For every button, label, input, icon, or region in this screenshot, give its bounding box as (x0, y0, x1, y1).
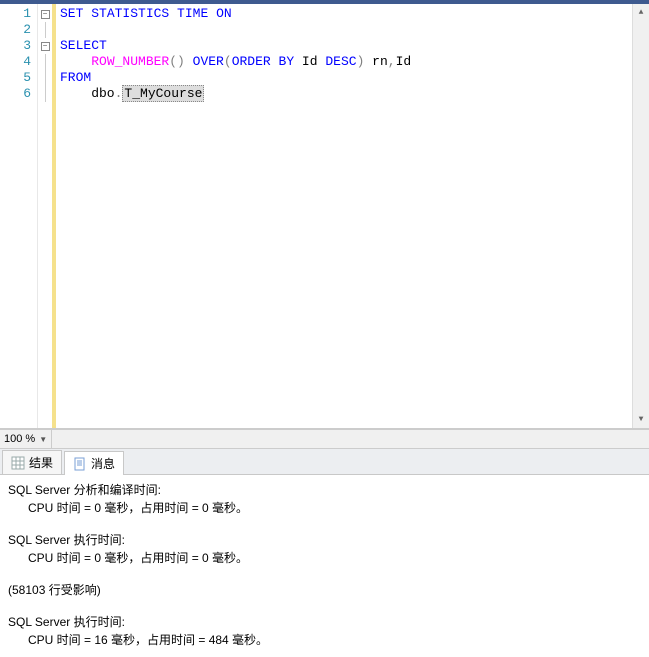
results-tab-bar: 结果 消息 (0, 449, 649, 475)
fold-cell (38, 22, 52, 38)
zoom-level-select[interactable]: 100 % ▼ (0, 430, 52, 448)
tab-messages[interactable]: 消息 (64, 451, 124, 475)
zoom-bar: 100 % ▼ (0, 429, 649, 449)
code-line[interactable] (60, 22, 645, 38)
token: ON (216, 6, 232, 21)
code-line[interactable]: SELECT (60, 38, 645, 54)
code-line[interactable]: FROM (60, 70, 645, 86)
msg-line: (58103 行受影响) (8, 581, 641, 599)
token (169, 6, 177, 21)
blank-line (8, 599, 641, 613)
code-fold-column[interactable]: −− (38, 4, 52, 428)
line-number: 4 (0, 54, 35, 70)
token: ( (224, 54, 232, 69)
tab-results-label: 结果 (29, 454, 53, 471)
token (208, 6, 216, 21)
document-icon (73, 457, 87, 471)
code-line[interactable]: dbo.T_MyCourse (60, 86, 645, 102)
line-number: 3 (0, 38, 35, 54)
fold-cell (38, 54, 52, 70)
scroll-down-icon[interactable]: ▼ (633, 411, 649, 428)
token: STATISTICS (91, 6, 169, 21)
scroll-track[interactable] (633, 21, 649, 411)
msg-line: SQL Server 分析和编译时间: (8, 481, 641, 499)
token: rn (364, 54, 387, 69)
token: Id (396, 54, 412, 69)
token: , (388, 54, 396, 69)
sql-editor[interactable]: 123456 −− SET STATISTICS TIME ONSELECT R… (0, 4, 649, 429)
line-number: 6 (0, 86, 35, 102)
fold-cell[interactable]: − (38, 6, 52, 22)
code-line[interactable]: ROW_NUMBER() OVER(ORDER BY Id DESC) rn,I… (60, 54, 645, 70)
grid-icon (11, 456, 25, 470)
tab-results[interactable]: 结果 (2, 450, 62, 474)
fold-minus-icon[interactable]: − (41, 10, 50, 19)
editor-scrollbar[interactable]: ▲ ▼ (632, 4, 649, 428)
token: OVER (193, 54, 224, 69)
token: SELECT (60, 38, 107, 53)
token: T_MyCourse (122, 85, 204, 102)
token (185, 54, 193, 69)
token: ROW_NUMBER (91, 54, 169, 69)
token: TIME (177, 6, 208, 21)
tab-messages-label: 消息 (91, 455, 115, 472)
fold-cell[interactable]: − (38, 38, 52, 54)
blank-line (8, 517, 641, 531)
token: dbo (60, 86, 115, 101)
msg-line: CPU 时间 = 0 毫秒，占用时间 = 0 毫秒。 (8, 499, 641, 517)
line-number: 5 (0, 70, 35, 86)
messages-output[interactable]: SQL Server 分析和编译时间: CPU 时间 = 0 毫秒，占用时间 =… (0, 475, 649, 657)
fold-cell (38, 70, 52, 86)
scroll-up-icon[interactable]: ▲ (633, 4, 649, 21)
token: SET (60, 6, 83, 21)
fold-guide (45, 54, 46, 70)
blank-line (8, 567, 641, 581)
line-number: 1 (0, 6, 35, 22)
token: BY (279, 54, 295, 69)
line-number-gutter: 123456 (0, 4, 38, 428)
msg-line: SQL Server 执行时间: (8, 613, 641, 631)
fold-guide (45, 86, 46, 102)
zoom-level-text: 100 % (4, 433, 35, 445)
msg-line: CPU 时间 = 16 毫秒，占用时间 = 484 毫秒。 (8, 631, 641, 649)
fold-guide (45, 70, 46, 86)
token: Id (294, 54, 325, 69)
fold-guide (45, 22, 46, 38)
msg-line: SQL Server 执行时间: (8, 531, 641, 549)
code-line[interactable]: SET STATISTICS TIME ON (60, 6, 645, 22)
token: ORDER (232, 54, 271, 69)
token: DESC (325, 54, 356, 69)
token (271, 54, 279, 69)
token: () (169, 54, 185, 69)
token (60, 54, 91, 69)
msg-line: CPU 时间 = 0 毫秒，占用时间 = 0 毫秒。 (8, 549, 641, 567)
chevron-down-icon: ▼ (39, 435, 47, 444)
token: FROM (60, 70, 91, 85)
fold-minus-icon[interactable]: − (41, 42, 50, 51)
line-number: 2 (0, 22, 35, 38)
fold-cell (38, 86, 52, 102)
code-area[interactable]: SET STATISTICS TIME ONSELECT ROW_NUMBER(… (56, 4, 649, 428)
